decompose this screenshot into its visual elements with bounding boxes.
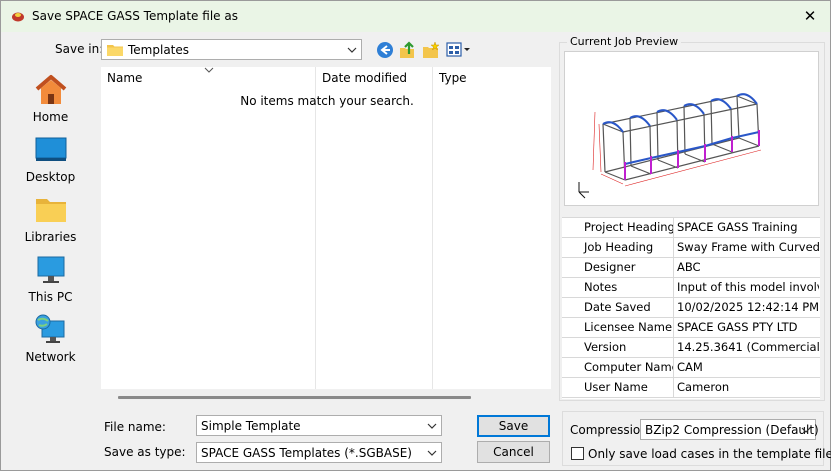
job-preview xyxy=(564,51,819,206)
property-row: Job HeadingSway Frame with Curved R... xyxy=(562,238,820,258)
place-desktop-label: Desktop xyxy=(25,170,76,184)
property-value: ABC xyxy=(677,260,701,274)
chevron-down-icon xyxy=(347,47,357,53)
home-icon xyxy=(35,75,67,104)
view-menu-icon[interactable] xyxy=(446,41,472,59)
property-value: SPACE GASS Training xyxy=(677,220,798,234)
structure-preview-image xyxy=(578,93,762,199)
preview-label: Current Job Preview xyxy=(567,35,682,48)
compression-value: BZip2 Compression (Default) xyxy=(645,423,819,437)
save-as-type-select[interactable]: SPACE GASS Templates (*.SGBASE) xyxy=(196,442,442,463)
file-list[interactable]: Name Date modified Type No items match y… xyxy=(101,67,551,389)
property-row: Date Saved 10/02/2025 12:42:14 PM xyxy=(562,298,820,318)
column-separator xyxy=(315,67,316,389)
property-key: Notes xyxy=(562,278,674,297)
column-header-name[interactable]: Name xyxy=(107,71,142,85)
new-folder-icon[interactable] xyxy=(421,40,441,60)
save-in-label: Save in: xyxy=(55,42,104,56)
chevron-down-icon xyxy=(427,450,437,456)
save-as-type-value: SPACE GASS Templates (*.SGBASE) xyxy=(201,446,412,460)
property-row: Project Heading SPACE GASS Training xyxy=(562,218,820,238)
place-libraries[interactable]: Libraries xyxy=(5,193,96,249)
only-load-cases-checkbox[interactable] xyxy=(571,447,584,460)
property-row: NotesInput of this model involves... xyxy=(562,278,820,298)
close-icon: ✕ xyxy=(803,7,817,25)
chevron-down-icon xyxy=(801,427,811,433)
column-header-type[interactable]: Type xyxy=(439,71,467,85)
desktop-icon xyxy=(35,137,67,161)
property-key: Computer Name xyxy=(562,358,674,377)
property-row: Licensee Name SPACE GASS PTY LTD xyxy=(562,318,820,338)
property-value: SPACE GASS PTY LTD xyxy=(677,320,798,334)
close-button[interactable]: ✕ xyxy=(790,1,830,32)
property-key: Version xyxy=(562,338,674,357)
property-key: Designer xyxy=(562,258,674,277)
property-row: Version 14.25.3641 (Commercial) xyxy=(562,338,820,358)
column-separator xyxy=(432,67,433,389)
up-folder-icon[interactable] xyxy=(398,40,418,60)
property-row: User Name Cameron xyxy=(562,378,820,398)
property-row: Designer ABC xyxy=(562,258,820,278)
property-key: Job Heading xyxy=(562,238,674,257)
places-bar: Home Desktop Libraries This PC Network xyxy=(5,65,96,463)
save-button[interactable]: Save xyxy=(477,415,550,437)
scrollbar-thumb[interactable] xyxy=(118,396,471,399)
property-key: User Name xyxy=(562,378,674,397)
compression-select[interactable]: BZip2 Compression (Default) xyxy=(640,419,819,440)
place-libraries-label: Libraries xyxy=(24,230,77,244)
chevron-down-icon[interactable] xyxy=(427,421,437,431)
property-key: Project Heading xyxy=(562,218,674,237)
place-this-pc-label: This PC xyxy=(28,290,73,304)
back-icon[interactable] xyxy=(375,40,395,60)
sort-chevron-icon xyxy=(204,67,214,73)
property-key: Date Saved xyxy=(562,298,674,317)
space-gass-app-icon xyxy=(12,12,24,22)
job-properties-table: Project Heading SPACE GASS Training Job H… xyxy=(562,217,820,399)
file-name-label: File name: xyxy=(104,420,166,434)
property-key: Licensee Name xyxy=(562,318,674,337)
this-pc-icon xyxy=(37,256,65,283)
save-as-type-label: Save as type: xyxy=(104,445,186,459)
place-home-label: Home xyxy=(32,110,69,124)
file-name-value: Simple Template xyxy=(201,419,301,433)
property-value: Input of this model involves... xyxy=(677,280,819,294)
horizontal-scrollbar[interactable] xyxy=(101,389,551,406)
window-title: Save SPACE GASS Template file as xyxy=(32,9,238,23)
property-value: 14.25.3641 (Commercial) xyxy=(677,340,819,354)
file-name-input[interactable]: Simple Template xyxy=(196,415,442,436)
place-network-label: Network xyxy=(25,350,76,364)
place-this-pc[interactable]: This PC xyxy=(5,253,96,309)
property-row: Computer Name CAM xyxy=(562,358,820,378)
place-network[interactable]: Network xyxy=(5,313,96,369)
folder-icon xyxy=(107,45,123,56)
cancel-button[interactable]: Cancel xyxy=(477,441,550,463)
place-home[interactable]: Home xyxy=(5,73,96,129)
property-value: 10/02/2025 12:42:14 PM xyxy=(677,300,819,314)
empty-message: No items match your search. xyxy=(240,94,414,108)
only-load-cases-label[interactable]: Only save load cases in the template fil… xyxy=(588,447,831,461)
property-value: CAM xyxy=(677,360,703,374)
place-desktop[interactable]: Desktop xyxy=(5,133,96,189)
libraries-icon xyxy=(36,199,66,222)
property-value: Cameron xyxy=(677,380,730,394)
title-bar: Save SPACE GASS Template file as ✕ xyxy=(1,1,830,32)
save-in-combo[interactable]: Templates xyxy=(101,39,362,60)
property-value: Sway Frame with Curved R... xyxy=(677,240,819,254)
save-dialog: Save SPACE GASS Template file as ✕ Save … xyxy=(0,0,831,471)
network-icon xyxy=(35,314,65,343)
save-in-value: Templates xyxy=(128,43,190,57)
column-header-date-modified[interactable]: Date modified xyxy=(322,71,407,85)
